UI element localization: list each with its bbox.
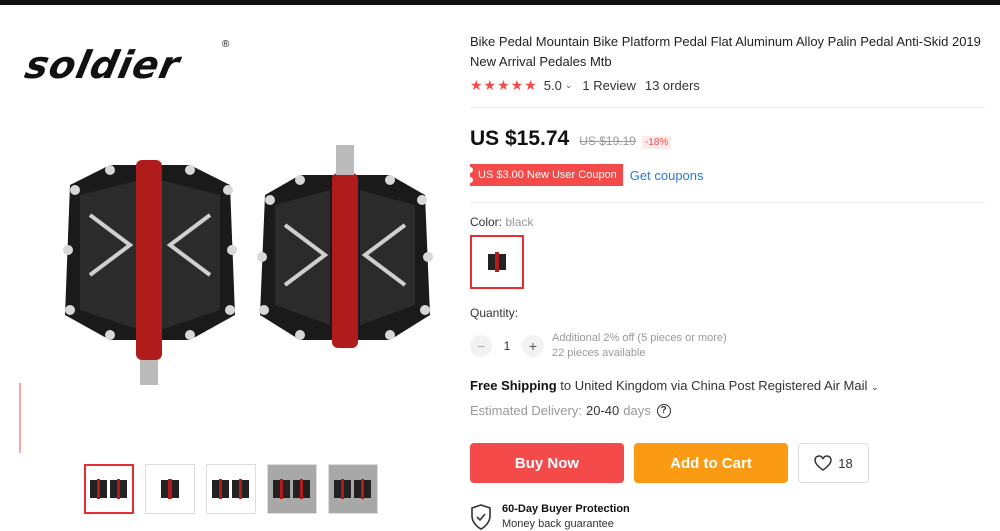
delivery-value: 20-40	[585, 403, 620, 418]
thumbnail-pedals-icon	[334, 479, 371, 499]
delivery-unit: days	[623, 403, 651, 418]
color-label-text: Color:	[470, 215, 503, 229]
buyer-protection: 60-Day Buyer Protection Money back guara…	[470, 502, 630, 531]
chevron-down-icon[interactable]: ⌄	[871, 382, 879, 392]
protection-title: 60-Day Buyer Protection	[502, 503, 630, 515]
shipping-destination: to United Kingdom via China Post Registe…	[560, 378, 868, 393]
get-coupons-link[interactable]: Get coupons	[630, 168, 704, 183]
product-title: Bike Pedal Mountain Bike Platform Pedal …	[470, 34, 981, 69]
chevron-down-icon[interactable]: ⌄	[565, 80, 573, 91]
protection-subtitle: Money back guarantee	[502, 518, 614, 530]
delivery-label: Estimated Delivery:	[470, 403, 582, 418]
main-product-image[interactable]	[40, 125, 440, 385]
pedal-left-image	[63, 160, 237, 385]
shield-check-icon	[471, 504, 491, 530]
divider	[470, 202, 985, 203]
heart-icon	[814, 455, 833, 471]
new-user-coupon-badge: US $3.00 New User Coupon	[467, 164, 623, 186]
brand-logo: soldier ®	[21, 39, 236, 93]
reviews-link[interactable]: 1 Review	[582, 78, 635, 93]
product-gallery: soldier ®	[0, 5, 450, 531]
color-option-black[interactable]	[470, 235, 524, 289]
thumbnail-pedal-icon	[161, 479, 179, 499]
help-icon[interactable]: ?	[656, 403, 671, 418]
quantity-decrease-button[interactable]: −	[470, 335, 492, 357]
price-row: US $15.74 US $19.19 -18%	[470, 127, 672, 151]
rating-row: ★★★★★ 5.0 ⌄ 1 Review 13 orders	[470, 77, 700, 94]
coupon-row: US $3.00 New User Coupon Get coupons	[467, 164, 704, 186]
free-shipping-label: Free Shipping	[470, 378, 557, 393]
wishlist-button[interactable]: 18	[798, 443, 869, 483]
delivery-row: Estimated Delivery: 20-40 days ?	[470, 403, 671, 418]
color-swatch-pedal-icon	[488, 252, 506, 272]
action-buttons: Buy Now Add to Cart 18	[470, 443, 869, 483]
quantity-increase-button[interactable]: +	[522, 335, 544, 357]
add-to-cart-button[interactable]: Add to Cart	[634, 443, 788, 483]
star-rating-icon: ★★★★★	[470, 77, 538, 93]
color-label: Color: black	[470, 215, 533, 229]
thumbnail-3[interactable]	[206, 464, 256, 514]
orders-count: 13 orders	[644, 78, 700, 93]
thumbnail-5[interactable]	[328, 464, 378, 514]
registered-mark: ®	[222, 39, 230, 50]
wishlist-count: 18	[838, 455, 853, 471]
buy-now-button[interactable]: Buy Now	[470, 443, 624, 483]
thumbnail-2[interactable]	[145, 464, 195, 514]
thumbnail-pedals-icon	[273, 479, 310, 499]
original-price: US $19.19	[579, 134, 636, 148]
thumbnail-strip	[84, 464, 378, 514]
quantity-label: Quantity:	[470, 306, 519, 320]
protection-text: 60-Day Buyer Protection Money back guara…	[502, 502, 630, 531]
thumbnail-1[interactable]	[84, 464, 134, 514]
color-value: black	[505, 215, 534, 229]
divider	[470, 107, 985, 108]
shipping-row[interactable]: Free Shipping to United Kingdom via Chin…	[470, 378, 879, 393]
quantity-stepper: − 1 + Additional 2% off (5 pieces or mor…	[470, 331, 727, 361]
pedal-right-image	[257, 145, 433, 348]
thumbnail-4[interactable]	[267, 464, 317, 514]
gallery-scroll-indicator	[19, 383, 21, 453]
current-price: US $15.74	[470, 127, 570, 150]
discount-badge: -18%	[641, 136, 672, 149]
quantity-info: Additional 2% off (5 pieces or more) 22 …	[552, 331, 727, 361]
product-details: Bike Pedal Mountain Bike Platform Pedal …	[467, 5, 990, 531]
thumbnail-pedals-icon	[212, 479, 249, 499]
thumbnail-pedals-icon	[90, 479, 127, 499]
stock-available-text: 22 pieces available	[552, 347, 646, 359]
quantity-input[interactable]: 1	[492, 339, 522, 353]
brand-logo-text: soldier	[21, 43, 185, 87]
rating-value[interactable]: 5.0	[544, 78, 562, 93]
bulk-offer-text: Additional 2% off (5 pieces or more)	[552, 332, 727, 344]
